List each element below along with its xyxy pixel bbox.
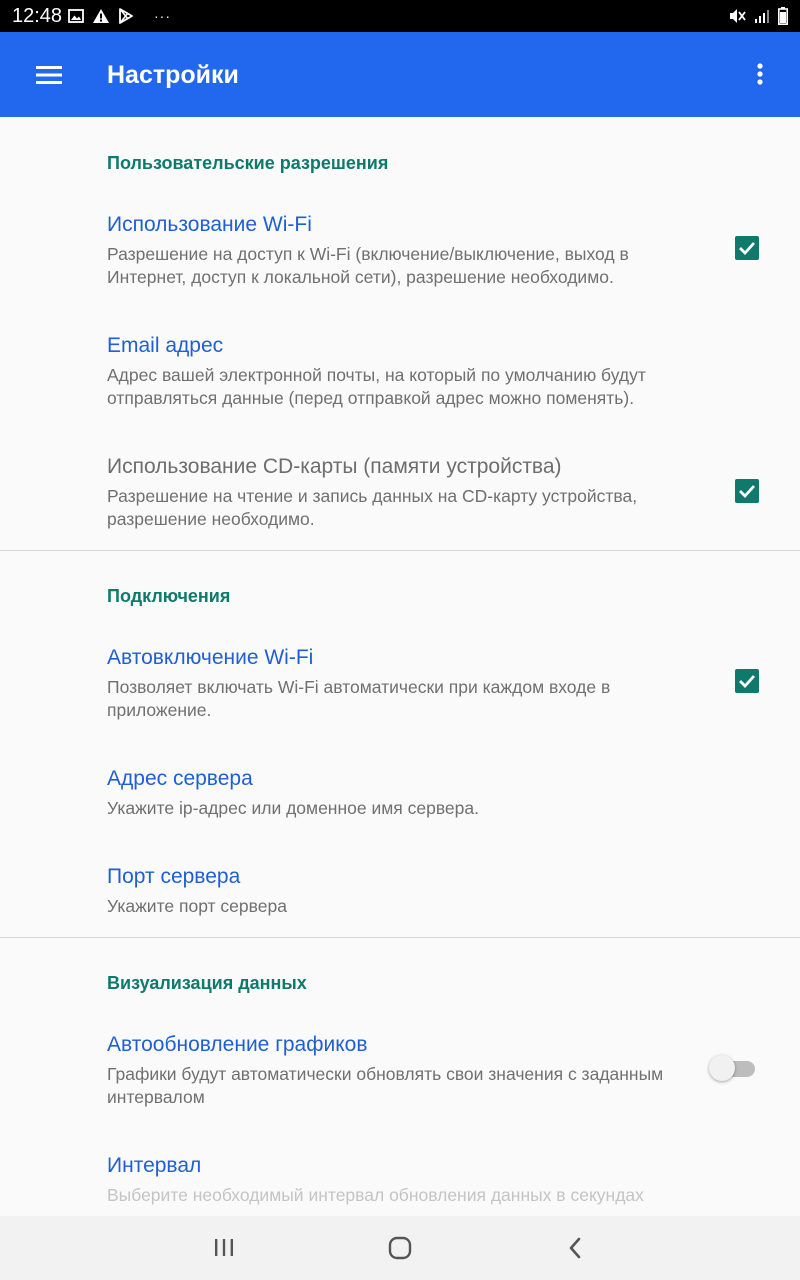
home-icon[interactable]	[376, 1232, 424, 1264]
category-user-permissions: Пользовательские разрешения	[107, 153, 389, 173]
pref-title: Порт сервера	[107, 865, 241, 888]
category-connections: Подключения	[107, 586, 231, 606]
navigation-bar	[0, 1216, 800, 1280]
pref-summary: Адрес вашей электронной почты, на которы…	[107, 365, 646, 408]
pref-summary: Укажите порт сервера	[107, 896, 287, 916]
pref-wifi-auto-enable[interactable]: Автовключение Wi-Fi Позволяет включать W…	[0, 644, 800, 734]
pref-title: Автовключение Wi-Fi	[107, 646, 314, 669]
back-icon[interactable]	[552, 1232, 600, 1264]
notification-icons: ···	[68, 8, 171, 24]
pref-summary: Выберите необходимый интервал обновления…	[107, 1185, 644, 1205]
pref-title: Адрес сервера	[107, 767, 253, 790]
page-title: Настройки	[107, 61, 239, 89]
pref-summary: Разрешение на чтение и запись данных на …	[107, 486, 638, 529]
pref-email-address[interactable]: Email адрес Адрес вашей электронной почт…	[0, 332, 800, 422]
charts-autoupdate-switch[interactable]	[709, 1055, 755, 1081]
pref-summary: Разрешение на доступ к Wi-Fi (включение/…	[107, 244, 629, 287]
pref-title: Автообновление графиков	[107, 1033, 368, 1056]
pref-title: Использование Wi-Fi	[107, 213, 312, 236]
image-icon	[68, 9, 84, 23]
pref-charts-autoupdate[interactable]: Автообновление графиков Графики будут ав…	[0, 1031, 800, 1121]
divider	[0, 937, 800, 938]
pref-server-address[interactable]: Адрес сервера Укажите ip-адрес или домен…	[0, 765, 800, 835]
app-bar: Настройки	[0, 32, 800, 117]
battery-icon	[778, 7, 788, 25]
pref-interval[interactable]: Интервал Выберите необходимый интервал о…	[0, 1152, 800, 1216]
pref-title: Использование СD-карты (памяти устройств…	[107, 455, 562, 478]
recent-apps-icon[interactable]	[200, 1232, 248, 1264]
pref-title: Email адрес	[107, 334, 224, 357]
pref-server-port[interactable]: Порт сервера Укажите порт сервера	[0, 863, 800, 933]
pref-title: Интервал	[107, 1154, 202, 1177]
divider	[0, 550, 800, 551]
category-data-visualization: Визуализация данных	[107, 973, 307, 993]
switch-thumb	[709, 1055, 735, 1081]
signal-icon	[755, 10, 769, 23]
status-time: 12:48	[12, 5, 63, 27]
mute-icon	[730, 9, 746, 23]
play-store-icon	[119, 8, 133, 24]
wifi-auto-checkbox[interactable]	[735, 669, 759, 693]
pref-summary: Позволяет включать Wi-Fi автоматически п…	[107, 677, 611, 720]
pref-summary: Графики будут автоматически обновлять св…	[107, 1064, 664, 1107]
sd-card-checkbox[interactable]	[735, 479, 759, 503]
status-bar: 12:48 ···	[0, 0, 800, 32]
wifi-usage-checkbox[interactable]	[735, 236, 759, 260]
settings-list: Пользовательские разрешения Использовани…	[0, 117, 800, 1216]
more-options-icon[interactable]	[744, 55, 776, 95]
pref-summary: Укажите ip-адрес или доменное имя сервер…	[107, 798, 479, 818]
more-notifications-icon: ···	[154, 8, 171, 24]
menu-icon[interactable]	[24, 55, 74, 95]
pref-wifi-usage[interactable]: Использование Wi-Fi Разрешение на доступ…	[0, 211, 800, 301]
system-icons	[728, 7, 788, 25]
warning-icon	[93, 9, 109, 23]
pref-sd-card[interactable]: Использование СD-карты (памяти устройств…	[0, 453, 800, 543]
